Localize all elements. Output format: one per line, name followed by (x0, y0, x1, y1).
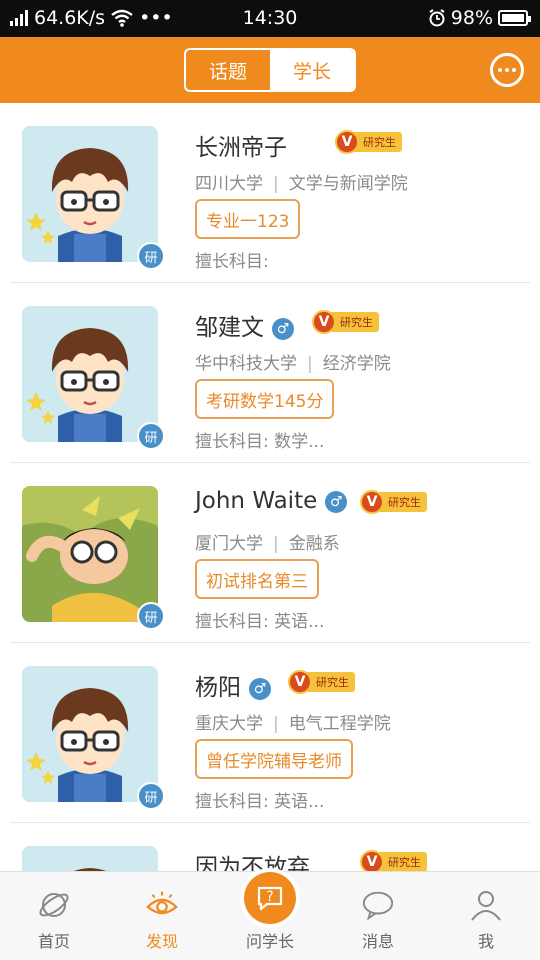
senior-name-line: John Waite ♂ (195, 488, 348, 514)
battery-level (502, 14, 524, 22)
nav-discover[interactable]: 发现 (108, 872, 216, 960)
department: 金融系 (288, 534, 340, 554)
avatar[interactable] (22, 666, 158, 802)
achievement-tag: 初试排名第三 (195, 559, 319, 599)
senior-name-line: 长洲帝子 (195, 128, 287, 162)
university: 厦门大学 (195, 534, 263, 554)
tab-topics[interactable]: 话题 (186, 50, 270, 90)
nav-home-label: 首页 (37, 932, 70, 951)
senior-name: 杨阳 (195, 675, 241, 701)
department: 文学与新闻学院 (288, 174, 408, 194)
divider: | (273, 714, 279, 734)
battery-icon (498, 10, 531, 26)
vip-mark: V (335, 130, 359, 154)
nav-home[interactable]: 首页 (0, 872, 108, 960)
list-item[interactable]: 研 John Waite ♂ V 研究生厦门大学 | 金融系初试排名第三擅长科目: 英语..… (10, 463, 530, 643)
senior-name: 因为不放弃 (195, 855, 310, 871)
department: 经济学院 (322, 354, 391, 374)
school-line: 华中科技大学 | 经济学院 (195, 349, 391, 374)
divider: | (273, 534, 279, 554)
senior-name: 长洲帝子 (195, 135, 287, 161)
male-icon: ♂ (272, 317, 294, 340)
achievement-tag: 考研数学145分 (195, 379, 335, 419)
nav-discover-label: 发现 (145, 932, 178, 951)
list-item[interactable]: 研 长洲帝子 V 研究生四川大学 | 文学与新闻学院专业一123 擅长科目: (10, 103, 530, 283)
vip-badge: V 研究生 (360, 850, 427, 871)
nav-ask-label: 问学长 (245, 932, 294, 951)
senior-name-line: 因为不放弃 (195, 848, 310, 871)
nav-messages-label: 消息 (361, 932, 394, 951)
vip-badge: V 研究生 (335, 130, 402, 154)
divider: | (273, 174, 279, 194)
nav-messages[interactable]: 消息 (324, 872, 432, 960)
segment-control: 话题 学长 (184, 48, 356, 92)
divider: | (307, 354, 313, 374)
male-icon: ♂ (325, 490, 348, 513)
grad-badge: 研 (137, 422, 165, 450)
vip-label: 研究生 (306, 672, 355, 692)
vip-badge: V 研究生 (288, 670, 355, 694)
svg-text:?: ? (266, 889, 273, 905)
skill-subjects: 擅长科目: 数学... (195, 432, 325, 452)
question-bubble-icon: ? (244, 872, 296, 924)
male-icon: ♂ (249, 677, 271, 700)
school-line: 厦门大学 | 金融系 (195, 529, 340, 554)
list-item[interactable]: 研邹建文 ♂ V 研究生 华中科技大学 | 经济学院 考研数学145分 擅长科目: 数学... (10, 283, 530, 463)
vip-label: 研究生 (378, 492, 427, 512)
avatar[interactable] (22, 846, 158, 871)
battery-percent: 98% (450, 7, 493, 29)
school-line: 重庆大学 | 电气工程学院 (195, 709, 391, 734)
school-line: 四川大学 | 文学与新闻学院 (195, 169, 408, 194)
grad-badge: 研 (137, 602, 165, 630)
senior-name-line: 邹建文 ♂ (195, 308, 294, 342)
vip-badge: V 研究生 (360, 490, 427, 514)
senior-name: 邹建文 (195, 315, 264, 341)
skill-subjects: 擅长科目: 英语... (195, 792, 325, 812)
eye-icon (145, 888, 179, 922)
status-bar: 64.6K/s ••• 14:30 98% (0, 0, 540, 37)
chat-bubble-icon[interactable] (490, 53, 524, 87)
vip-mark: V (360, 490, 384, 514)
university: 重庆大学 (195, 714, 263, 734)
nav-me-label: 我 (477, 932, 494, 951)
vip-badge: V 研究生 (312, 310, 379, 334)
nav-ask-senior[interactable]: ? 问学长 (216, 872, 324, 960)
senior-name: John Waite (195, 488, 318, 514)
vip-mark: V (312, 310, 336, 334)
avatar[interactable] (22, 126, 158, 262)
list-item[interactable]: 研 杨阳 ♂ V 研究生重庆大学 | 电气工程学院曾任学院辅导老师擅长科目: 英语... (10, 643, 530, 823)
department: 电气工程学院 (288, 714, 391, 734)
senior-list: 研长洲帝子 V 研究生 四川大学 | 文学与新闻学院 专业一123 擅长科目: 研邹建文 ♂ V 研究… (0, 103, 540, 871)
grad-badge: 研 (137, 782, 165, 810)
avatar[interactable] (22, 486, 158, 622)
alarm-icon (429, 9, 445, 27)
nav-me[interactable]: 我 (432, 872, 540, 960)
person-icon (469, 888, 503, 922)
vip-mark: V (360, 850, 384, 871)
top-header: 话题 学长 (0, 37, 540, 103)
achievement-tag: 曾任学院辅导老师 (195, 739, 353, 779)
vip-label: 研究生 (353, 132, 402, 152)
achievement-tag: 专业一123 (195, 199, 301, 239)
list-item[interactable]: 因为不放弃 V 研究生 (10, 823, 530, 871)
avatar[interactable] (22, 306, 158, 442)
vip-label: 研究生 (330, 312, 379, 332)
senior-name-line: 杨阳 ♂ (195, 668, 271, 702)
university: 华中科技大学 (195, 354, 297, 374)
skill-subjects: 擅长科目: 英语... (195, 612, 325, 632)
vip-mark: V (288, 670, 312, 694)
grad-badge: 研 (137, 242, 165, 270)
vip-label: 研究生 (378, 852, 427, 871)
status-right: 98% (428, 7, 531, 29)
tab-seniors[interactable]: 学长 (270, 50, 354, 90)
bottom-nav: 首页 发现 ? 问学长 消息 我 (0, 871, 540, 960)
message-bubble-icon (361, 888, 395, 922)
planet-icon (37, 888, 71, 922)
university: 四川大学 (195, 174, 263, 194)
skill-subjects: 擅长科目: (195, 252, 269, 272)
